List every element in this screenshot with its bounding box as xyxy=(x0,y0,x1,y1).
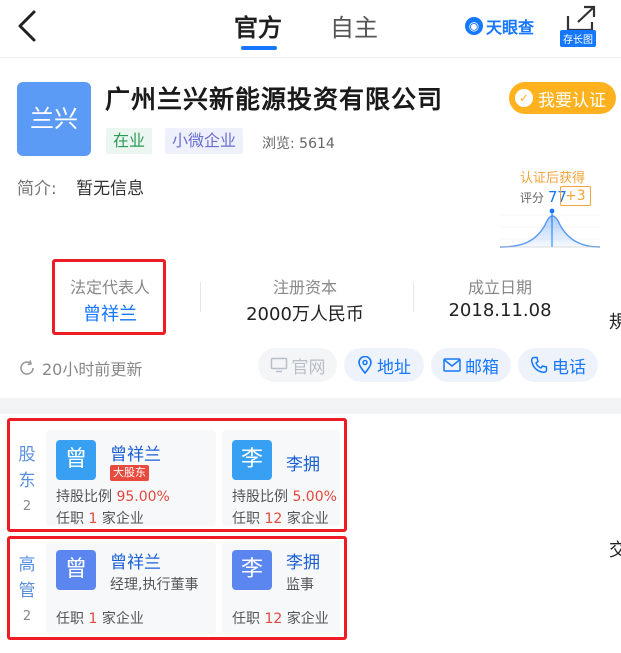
website-label: 官网 xyxy=(291,357,326,378)
save-long-image-button[interactable]: 存长图 xyxy=(560,30,596,47)
refresh-icon xyxy=(20,360,34,375)
brand-eye-icon: ◉ xyxy=(465,17,483,35)
brand-logo: ◉ 天眼查 xyxy=(465,14,534,38)
edge-text: 規 xyxy=(609,312,621,333)
active-tab-indicator xyxy=(241,46,277,50)
founded-label: 成立日期 xyxy=(467,278,532,297)
score-curve-icon xyxy=(500,208,600,248)
address-label: 地址 xyxy=(377,357,411,378)
nav-divider xyxy=(0,57,621,58)
founded-value: 2018.11.08 xyxy=(448,300,552,321)
phone-label: 电话 xyxy=(552,357,586,378)
certify-button[interactable]: ✓ 我要认证 xyxy=(509,82,616,114)
brand-name: 天眼查 xyxy=(486,18,535,37)
back-icon[interactable] xyxy=(14,8,44,44)
tab-official[interactable]: 官方 xyxy=(234,8,282,43)
highlight-box-shareholders xyxy=(7,418,347,532)
divider xyxy=(200,282,201,312)
website-button[interactable]: 官网 xyxy=(258,348,337,382)
score-title[interactable]: 认证后获得 xyxy=(520,167,585,186)
check-icon: ✓ xyxy=(515,89,533,107)
score-bonus: +3 xyxy=(560,186,591,206)
view-count: 浏览: 5614 xyxy=(262,133,335,153)
update-text: 20小时前更新 xyxy=(42,360,143,379)
size-badge: 小微企业 xyxy=(165,128,244,154)
company-logo: 兰兴 xyxy=(17,82,91,156)
company-name: 广州兰兴新能源投资有限公司 xyxy=(105,85,444,114)
monitor-icon xyxy=(270,357,287,373)
edge-text: 交 xyxy=(609,540,621,561)
divider xyxy=(413,282,414,312)
tab-self[interactable]: 自主 xyxy=(330,8,378,43)
certify-label: 我要认证 xyxy=(538,90,606,111)
intro-label: 简介: xyxy=(17,179,57,199)
legal-rep-link[interactable]: 曾祥兰 xyxy=(55,300,165,326)
phone-button[interactable]: 电话 xyxy=(518,348,598,382)
update-status[interactable]: 20小时前更新 xyxy=(18,356,142,380)
status-badge: 在业 xyxy=(106,128,153,154)
capital-label: 注册资本 xyxy=(272,278,337,297)
mail-icon xyxy=(443,358,461,372)
capital-value: 2000万人民币 xyxy=(246,304,364,325)
highlight-box-managers xyxy=(7,536,347,640)
company-page: 官方 自主 ◉ 天眼查 存长图 兰兴 广州兰兴新能源投资有限公司 ✓ 我要认证 … xyxy=(0,0,621,653)
section-separator xyxy=(0,398,621,414)
address-button[interactable]: 地址 xyxy=(344,348,424,382)
views-label: 浏览: xyxy=(262,136,295,152)
intro-value: 暂无信息 xyxy=(76,179,145,199)
email-button[interactable]: 邮箱 xyxy=(431,348,511,382)
location-pin-icon xyxy=(358,356,372,374)
company-intro: 简介: 暂无信息 xyxy=(17,174,144,199)
score-label-text: 评分 xyxy=(520,191,545,205)
legal-rep-label: 法定代表人 xyxy=(69,278,150,297)
email-label: 邮箱 xyxy=(465,357,499,378)
views-value: 5614 xyxy=(299,136,335,152)
phone-icon xyxy=(530,356,548,374)
